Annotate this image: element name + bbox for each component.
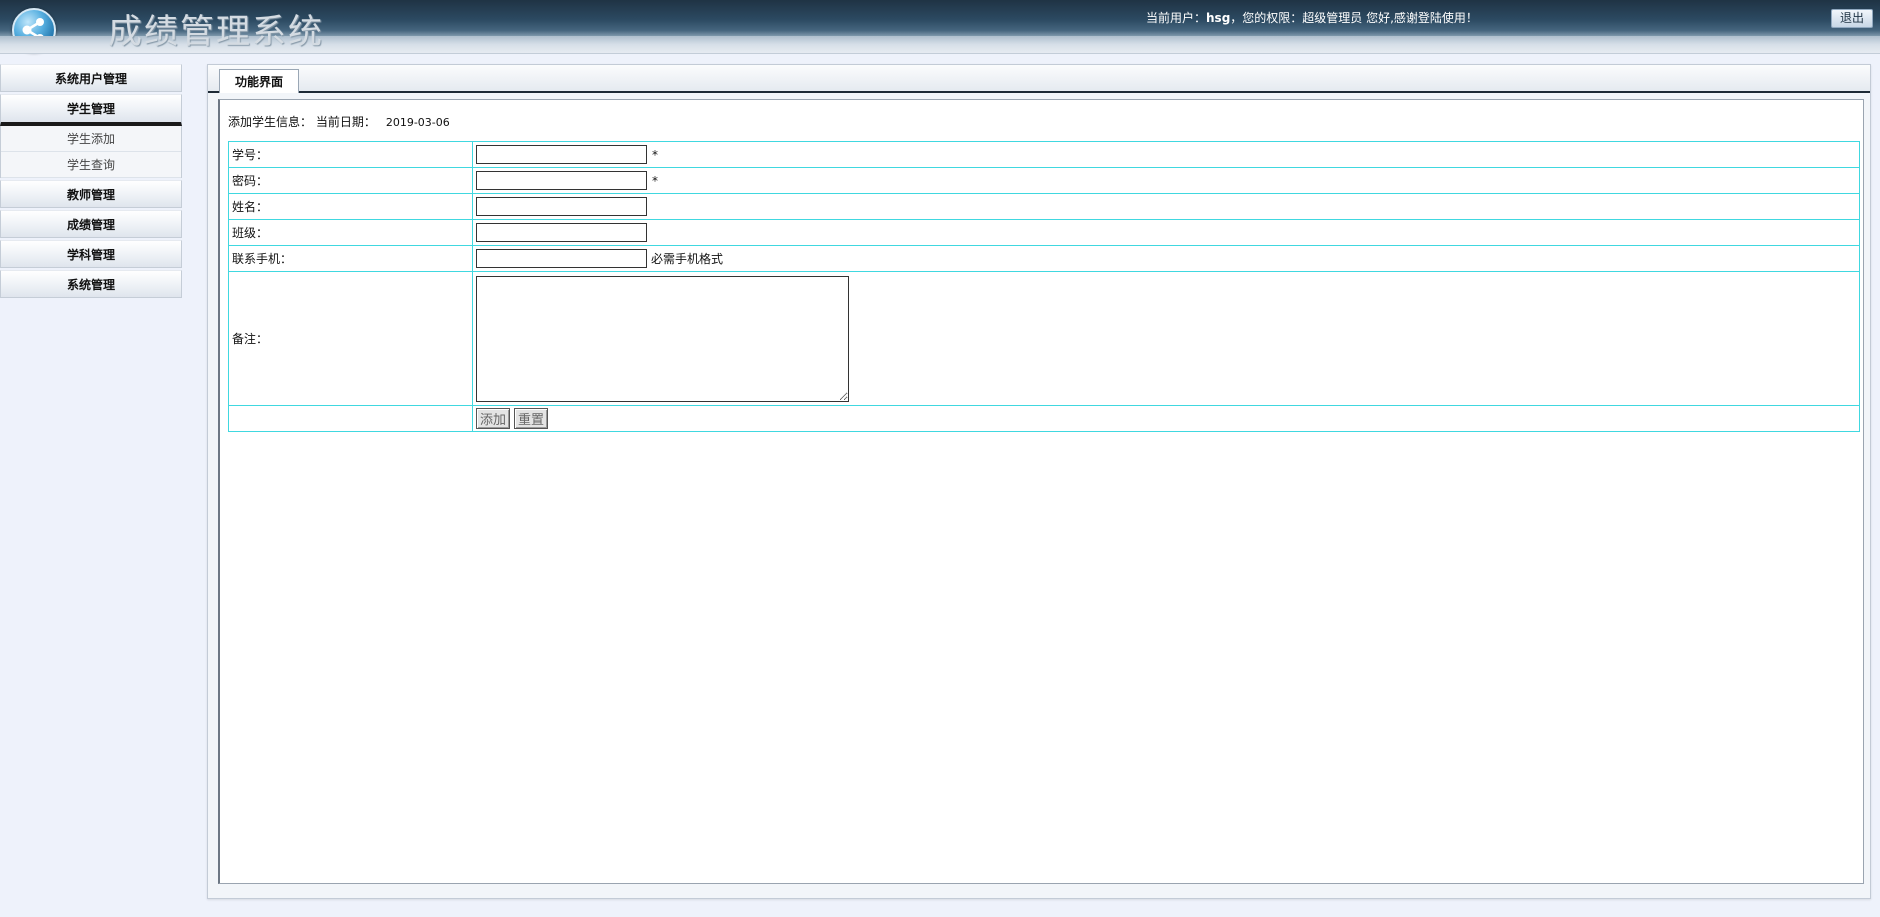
menu-subjects[interactable]: 学科管理 (0, 240, 182, 268)
logout-button[interactable]: 退出 (1831, 9, 1873, 28)
phone-label: 联系手机： (228, 245, 473, 272)
app-title: 成绩管理系统 (108, 12, 324, 52)
sidebar-menu: 系统用户管理 学生管理 学生添加 学生查询 教师管理 成绩管理 学科管理 系统管… (0, 64, 182, 300)
form-row-actions: 添加 重置 (228, 405, 1860, 432)
tab-bar: 功能界面 (208, 65, 1870, 93)
current-date: 2019-03-06 (385, 116, 450, 129)
class-input[interactable] (476, 223, 647, 242)
phone-input[interactable] (476, 249, 647, 268)
class-label: 班级： (228, 219, 473, 246)
student-id-input[interactable] (476, 145, 647, 164)
class-cell (472, 219, 1860, 246)
menu-scores[interactable]: 成绩管理 (0, 210, 182, 238)
content-area: 添加学生信息： 当前日期： 2019-03-06 学号： * 密码： * 姓名： (218, 99, 1864, 884)
main-panel: 功能界面 添加学生信息： 当前日期： 2019-03-06 学号： * 密码： *… (207, 64, 1871, 899)
password-input[interactable] (476, 171, 647, 190)
menu-teachers[interactable]: 教师管理 (0, 180, 182, 208)
form-heading: 添加学生信息： 当前日期： 2019-03-06 (228, 114, 450, 130)
form-row-phone: 联系手机： 必需手机格式 (228, 245, 1860, 272)
students-submenu: 学生添加 学生查询 (0, 126, 182, 178)
reset-button[interactable]: 重置 (514, 408, 549, 429)
form-row-password: 密码： * (228, 167, 1860, 194)
tab-function-view[interactable]: 功能界面 (219, 69, 299, 93)
student-id-label: 学号： (228, 141, 473, 168)
actions-cell: 添加 重置 (472, 405, 1860, 432)
required-mark: * (652, 147, 658, 162)
name-input[interactable] (476, 197, 647, 216)
form-row-class: 班级： (228, 219, 1860, 246)
required-mark: * (652, 173, 658, 188)
name-label: 姓名： (228, 193, 473, 220)
form-row-student-id: 学号： * (228, 141, 1860, 168)
current-user-info: 当前用户：hsg，您的权限：超级管理员 您好,感谢登陆使用！ (1146, 9, 1478, 27)
username: hsg (1206, 11, 1231, 25)
menu-system-users[interactable]: 系统用户管理 (0, 64, 182, 92)
menu-system[interactable]: 系统管理 (0, 270, 182, 298)
name-cell (472, 193, 1860, 220)
remark-textarea[interactable] (476, 275, 849, 402)
phone-format-hint: 必需手机格式 (651, 252, 724, 266)
user-role-greeting: ，您的权限：超级管理员 您好,感谢登陆使用！ (1230, 11, 1478, 25)
add-button[interactable]: 添加 (476, 408, 511, 429)
menu-students[interactable]: 学生管理 (0, 94, 182, 126)
remark-label: 备注： (228, 271, 473, 406)
remark-cell (472, 271, 1860, 406)
password-cell: * (472, 167, 1860, 194)
form-heading-text: 添加学生信息： 当前日期： (228, 115, 376, 129)
user-prefix: 当前用户： (1146, 11, 1207, 25)
phone-cell: 必需手机格式 (472, 245, 1860, 272)
form-row-name: 姓名： (228, 193, 1860, 220)
student-id-cell: * (472, 141, 1860, 168)
actions-spacer (228, 405, 473, 432)
add-student-form: 学号： * 密码： * 姓名： 班级： 联系手机： 必需手机格式 备注： 添加 … (228, 141, 1860, 432)
submenu-query-student[interactable]: 学生查询 (1, 152, 181, 178)
submenu-add-student[interactable]: 学生添加 (1, 126, 181, 152)
form-row-remark: 备注： (228, 271, 1860, 406)
password-label: 密码： (228, 167, 473, 194)
